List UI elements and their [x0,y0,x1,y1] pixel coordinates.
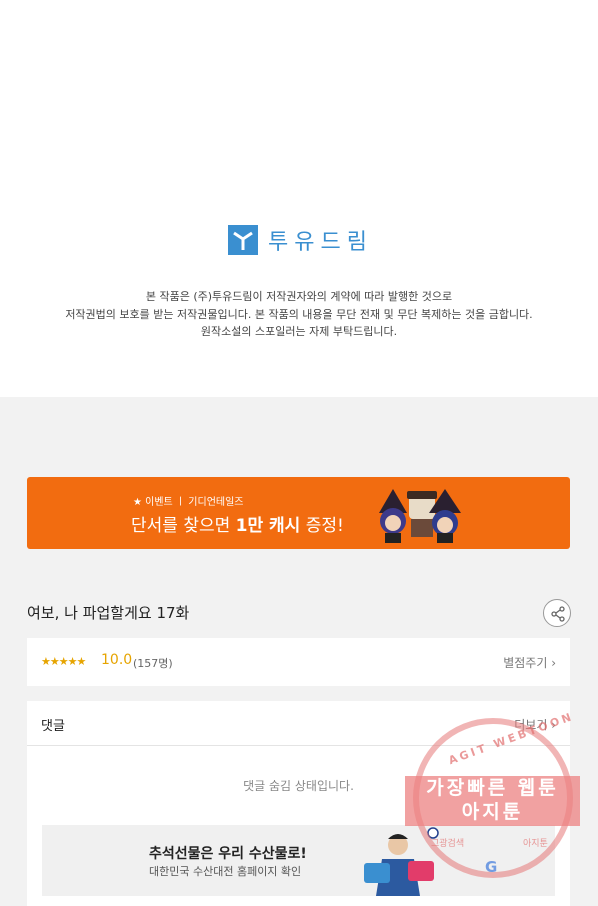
event-banner-title: 단서를 찾으면 1만 캐시 증정! [131,516,344,536]
comments-header: 댓글 더보기 › [27,701,570,746]
rating-count: (157명) [133,657,173,670]
publisher-logo-text: 투유드림 [268,230,373,255]
publisher-logo-icon [228,225,258,255]
event-banner-subtitle: ★ 이벤트 ㅣ 기디언테일즈 [133,497,244,508]
event-characters-illustration [379,489,461,543]
comments-section: 댓글 더보기 › 댓글 숨김 상태입니다. 추석선물은 우리 수산물로! 대한민… [27,701,570,906]
comments-hidden-message: 댓글 숨김 상태입니다. [243,779,354,793]
notice-line: 본 작품은 (주)투유드림이 저작권자와의 계약에 따라 발행한 것으로 [145,290,453,303]
rating-score: 10.0 [101,652,133,668]
ad-banner[interactable]: 추석선물은 우리 수산물로! 대한민국 수산대전 홈페이지 확인 [42,825,555,896]
publisher-notice-section: 투유드림 본 작품은 (주)투유드림이 저작권자와의 계약에 따라 발행한 것으… [0,0,598,397]
rating-panel: ★★★★★ 10.0 (157명) 별점주기 › [27,638,570,686]
episode-title: 여보, 나 파업할게요 17화 [27,604,190,622]
share-icon [551,606,565,622]
notice-line: 저작권법의 보호를 받는 저작권물입니다. 본 작품의 내용을 무단 전재 및 … [65,307,533,321]
ad-subtitle: 대한민국 수산대전 홈페이지 확인 [149,865,302,878]
comments-title: 댓글 [41,719,65,734]
rate-button[interactable]: 별점주기 › [503,654,556,671]
event-banner[interactable]: ★ 이벤트 ㅣ 기디언테일즈 단서를 찾으면 1만 캐시 증정! [27,477,570,549]
comments-more-button[interactable]: 더보기 › [514,716,556,733]
rating-stars-icon: ★★★★★ [41,655,86,668]
notice-line: 원작소설의 스포일러는 자제 부탁드립니다. [200,325,398,338]
ad-title: 추석선물은 우리 수산물로! [149,846,307,862]
ad-person-illustration [364,827,439,896]
copyright-notice: 본 작품은 (주)투유드림이 저작권자와의 계약에 따라 발행한 것으로 저작권… [0,288,598,341]
publisher-logo: 투유드림 [228,225,373,255]
share-button[interactable] [543,599,571,627]
